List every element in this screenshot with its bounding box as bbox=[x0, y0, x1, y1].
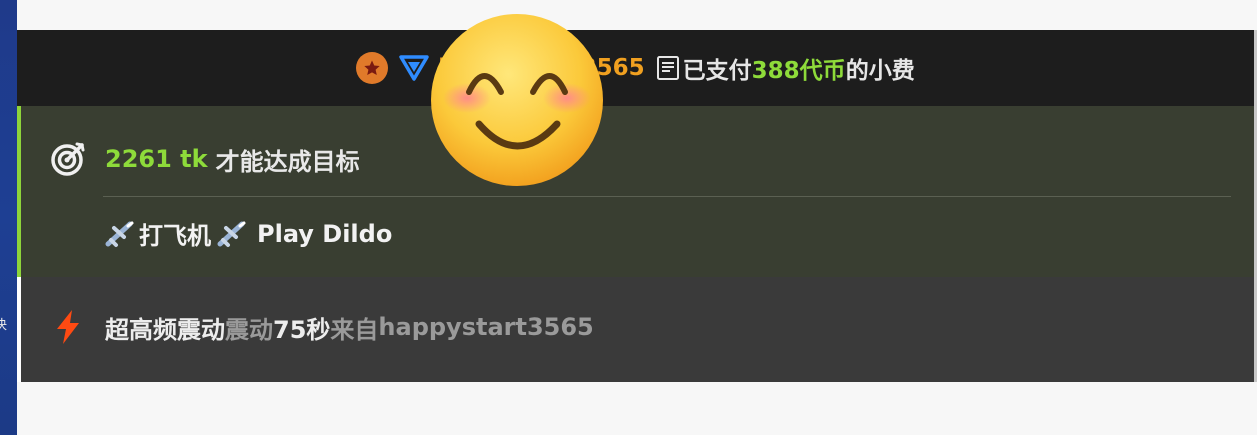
smiling-face-emoji bbox=[429, 12, 605, 188]
star-badge-icon bbox=[356, 52, 389, 84]
document-icon bbox=[655, 55, 681, 81]
vibration-level: 超高频震动 bbox=[105, 315, 225, 344]
tip-amount: 388代币 bbox=[751, 58, 846, 84]
vibration-username[interactable]: happystart3565 bbox=[378, 313, 593, 341]
chat-message-list: happystart3565 已支付 388代币 的小费 bbox=[17, 30, 1254, 382]
airplane-icon bbox=[105, 220, 135, 248]
airplane-icon bbox=[217, 220, 247, 248]
tip-action-text: 已支付 bbox=[682, 58, 752, 84]
goal-progress: 2261 tk 才能达成目标 bbox=[49, 140, 360, 178]
goal-description: 才能达成目标 bbox=[215, 147, 360, 176]
vibration-word: 震动 bbox=[225, 315, 273, 344]
goal-divider bbox=[103, 196, 1231, 197]
vibration-from: 来自 bbox=[330, 315, 379, 344]
tip-suffix-text: 的小费 bbox=[845, 58, 915, 84]
goal-reward-english: Play Dildo bbox=[257, 219, 393, 248]
lightning-icon bbox=[53, 309, 83, 345]
goal-tokens-remaining: 2261 tk bbox=[105, 145, 208, 173]
vibration-notice: 超高频震动 震动 75秒 来自 happystart3565 bbox=[17, 277, 1254, 382]
desktop-background: 决 bbox=[0, 0, 17, 435]
target-icon bbox=[49, 140, 87, 178]
goal-panel: 2261 tk 才能达成目标 打飞机 Play Dildo bbox=[17, 106, 1254, 277]
chat-page: happystart3565 已支付 388代币 的小费 bbox=[17, 0, 1257, 435]
goal-reward: 打飞机 Play Dildo bbox=[105, 216, 392, 251]
vibration-text: 超高频震动 震动 75秒 来自 happystart3565 bbox=[53, 309, 594, 345]
triangle-icon bbox=[398, 54, 430, 82]
tip-notice: happystart3565 已支付 388代币 的小费 bbox=[17, 30, 1254, 106]
desktop-label-fragment: 决 bbox=[0, 318, 8, 333]
vibration-duration: 75秒 bbox=[273, 315, 331, 344]
goal-reward-chinese: 打飞机 bbox=[139, 222, 211, 250]
